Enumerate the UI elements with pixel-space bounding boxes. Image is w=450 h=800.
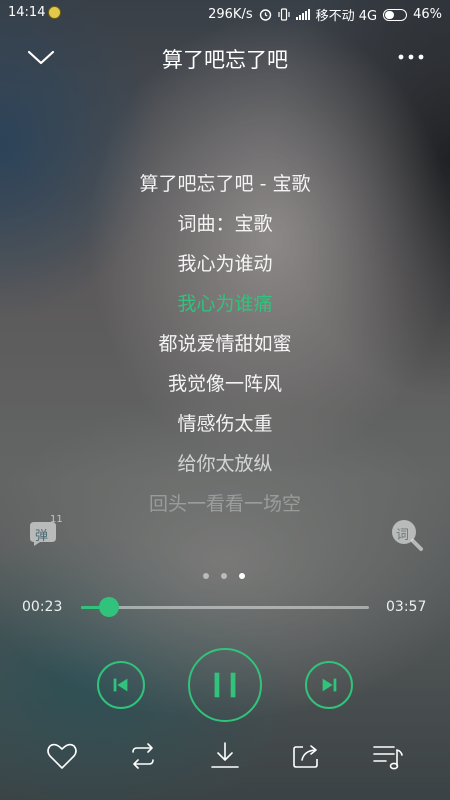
share-button[interactable] bbox=[288, 738, 324, 774]
lyric-line: 我觉像一阵风 bbox=[167, 373, 282, 395]
progress-slider[interactable] bbox=[81, 597, 369, 617]
song-title: 算了吧忘了吧 bbox=[162, 48, 288, 72]
previous-icon bbox=[113, 678, 128, 692]
page-dot-active[interactable] bbox=[239, 573, 245, 579]
more-icon[interactable] bbox=[396, 48, 426, 66]
signal-icon bbox=[295, 9, 310, 20]
status-right: 296K/s 移不动 4G 46% bbox=[208, 5, 442, 24]
lyric-line: 都说爱情甜如蜜 bbox=[158, 333, 292, 355]
battery-percent: 46% bbox=[413, 7, 442, 22]
next-icon bbox=[322, 678, 337, 692]
repeat-icon bbox=[132, 743, 154, 769]
danmu-count: 11 bbox=[50, 514, 63, 525]
lyric-line: 回头一看看一场空 bbox=[148, 493, 301, 515]
playlist-button[interactable] bbox=[370, 738, 406, 774]
like-button[interactable] bbox=[44, 738, 80, 774]
download-icon bbox=[211, 742, 239, 768]
network-speed: 296K/s bbox=[208, 7, 253, 22]
lyric-line-current: 我心为谁痛 bbox=[177, 293, 273, 315]
status-time: 14:14 bbox=[8, 5, 46, 20]
play-mode-button[interactable] bbox=[125, 738, 161, 774]
pause-icon bbox=[214, 672, 236, 698]
download-button[interactable] bbox=[207, 738, 243, 774]
progress-thumb[interactable] bbox=[98, 597, 119, 617]
carrier-label: 移不动 4G bbox=[315, 9, 378, 24]
current-time: 00:23 bbox=[22, 599, 63, 615]
lyric-line: 我心为谁动 bbox=[177, 253, 273, 275]
total-time: 03:57 bbox=[386, 599, 427, 615]
previous-button[interactable] bbox=[97, 661, 145, 709]
share-icon bbox=[293, 745, 318, 768]
lyric-line: 算了吧忘了吧 - 宝歌 bbox=[139, 173, 311, 195]
next-button[interactable] bbox=[305, 661, 353, 709]
page-dot[interactable] bbox=[203, 573, 209, 579]
danmu-button[interactable]: 弹 11 bbox=[28, 514, 63, 548]
page-dot[interactable] bbox=[221, 573, 227, 579]
heart-icon bbox=[47, 743, 77, 769]
status-bar: 14:14 296K/s 移不动 4G 46% bbox=[0, 0, 450, 26]
playlist-icon bbox=[373, 746, 403, 770]
alarm-icon bbox=[259, 9, 271, 21]
lyric-line: 情感伤太重 bbox=[177, 413, 273, 435]
battery-icon bbox=[383, 8, 408, 21]
lyric-line: 词曲：宝歌 bbox=[177, 213, 273, 235]
notification-icon bbox=[48, 6, 61, 19]
pause-button[interactable] bbox=[188, 648, 262, 722]
lyrics-search-button[interactable]: 词 bbox=[390, 518, 424, 552]
lyrics-search-label: 词 bbox=[396, 528, 410, 543]
vibrate-icon bbox=[278, 8, 290, 21]
danmu-label: 弹 bbox=[35, 529, 49, 544]
lyric-line: 给你太放纵 bbox=[177, 453, 273, 475]
